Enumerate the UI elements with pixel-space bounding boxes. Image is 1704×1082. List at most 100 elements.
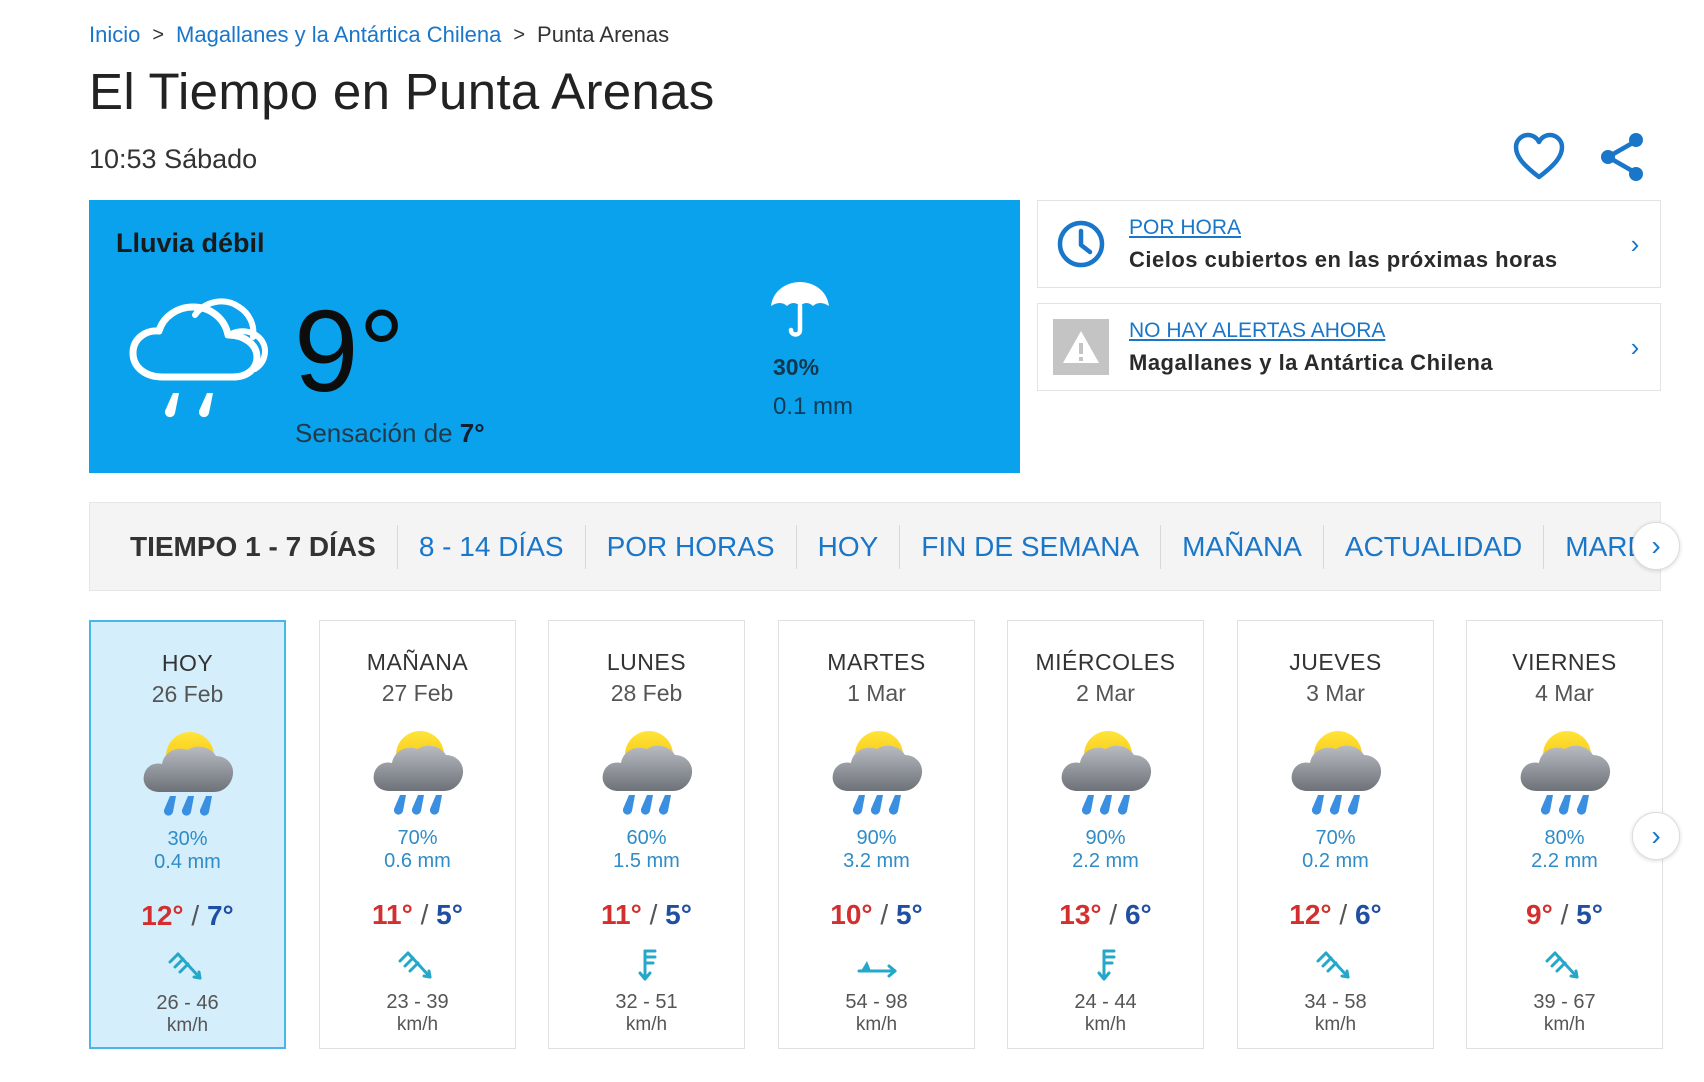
- hourly-forecast-summary: Cielos cubiertos en las próximas horas: [1129, 246, 1558, 272]
- day-precip-amount: 3.2 mm: [843, 850, 910, 872]
- tab-tomorrow[interactable]: MAÑANA: [1160, 524, 1323, 569]
- day-date: 4 Mar: [1535, 680, 1594, 706]
- day-date: 26 Feb: [151, 681, 224, 707]
- wind-w-icon: [857, 961, 896, 978]
- day-max-temp: 9°: [1526, 899, 1553, 930]
- day-wind-unit: km/h: [855, 1014, 898, 1035]
- day-min-temp: 6°: [1354, 899, 1382, 930]
- day-min-temp: 6°: [1124, 899, 1152, 930]
- day-min-temp: 5°: [1576, 899, 1603, 930]
- local-time: 10:53 Sábado: [89, 144, 258, 174]
- day-max-temp: 12°: [1289, 899, 1332, 930]
- breadcrumb-current: Punta Arenas: [537, 22, 670, 47]
- hourly-forecast-link[interactable]: POR HORA: [1129, 216, 1620, 240]
- alerts-region: Magallanes y la Antártica Chilena: [1129, 349, 1494, 375]
- alerts-card[interactable]: NO HAY ALERTAS AHORA Magallanes y la Ant…: [1037, 303, 1661, 391]
- breadcrumb: Inicio > Magallanes y la Antártica Chile…: [89, 22, 669, 48]
- day-precip-probability: 70%: [397, 827, 438, 849]
- day-temperatures: 9° / 5°: [1467, 899, 1662, 931]
- tabs-scroll-right-button[interactable]: ›: [1632, 522, 1680, 570]
- day-card-2[interactable]: LUNES 28 Feb 60% 1.5 mm 11° / 5° 32 - 51…: [548, 620, 745, 1049]
- temp-separator: /: [420, 899, 429, 930]
- day-date: 28 Feb: [610, 680, 683, 706]
- day-precip-probability: 90%: [1085, 827, 1126, 849]
- day-card-3[interactable]: MARTES 1 Mar 90% 3.2 mm 10° / 5° 54 - 98…: [778, 620, 975, 1049]
- sun-cloud-rain-icon: [373, 731, 463, 815]
- precipitation-probability: 30%: [773, 354, 820, 380]
- day-temperatures: 11° / 5°: [320, 899, 515, 931]
- favorite-button[interactable]: [1512, 132, 1566, 182]
- breadcrumb-home-link[interactable]: Inicio: [89, 22, 140, 48]
- day-name: MARTES: [827, 649, 926, 675]
- day-min-temp: 7°: [206, 900, 234, 931]
- day-card-5[interactable]: JUEVES 3 Mar 70% 0.2 mm 12° / 6° 34 - 58…: [1237, 620, 1434, 1049]
- day-date: 2 Mar: [1076, 680, 1135, 706]
- day-temperatures: 12° / 6°: [1238, 899, 1433, 931]
- sun-cloud-rain-icon: [832, 731, 922, 815]
- tab-8-14-days[interactable]: 8 - 14 DÍAS: [396, 524, 585, 569]
- alerts-link[interactable]: NO HAY ALERTAS AHORA: [1129, 319, 1620, 343]
- daily-forecast: HOY 26 Feb 30% 0.4 mm 12° / 7° 26 - 46 k…: [89, 620, 1663, 1050]
- chevron-right-icon: ›: [1630, 331, 1640, 362]
- day-min-temp: 5°: [895, 899, 923, 930]
- day-max-temp: 13°: [1059, 899, 1102, 930]
- feels-like: Sensación de 7°: [295, 418, 485, 449]
- temp-separator: /: [1109, 899, 1118, 930]
- umbrella-icon: [771, 282, 829, 337]
- day-date: 1 Mar: [847, 680, 906, 706]
- day-precip-probability: 90%: [856, 827, 897, 849]
- feels-like-value: 7°: [459, 418, 485, 448]
- day-name: LUNES: [606, 649, 687, 675]
- day-card-1[interactable]: MAÑANA 27 Feb 70% 0.6 mm 11° / 5° 23 - 3…: [319, 620, 516, 1049]
- day-name: JUEVES: [1289, 649, 1382, 675]
- temp-separator: /: [1560, 899, 1569, 930]
- day-max-temp: 11°: [372, 899, 413, 930]
- day-temperatures: 12° / 7°: [91, 900, 284, 932]
- tab-1-7-days[interactable]: TIEMPO 1 - 7 DÍAS: [90, 525, 397, 569]
- current-temperature: 9°: [294, 286, 405, 416]
- clock-icon: [1057, 220, 1105, 268]
- wind-n-icon: [1097, 949, 1115, 981]
- days-scroll-right-button[interactable]: ›: [1632, 812, 1680, 860]
- day-precip-amount: 2.2 mm: [1072, 850, 1139, 872]
- chevron-right-icon: ›: [1651, 820, 1661, 851]
- tab-today[interactable]: HOY: [795, 524, 900, 569]
- wind-n-icon: [638, 949, 656, 981]
- day-wind-unit: km/h: [1543, 1014, 1586, 1035]
- temp-separator: /: [1339, 899, 1348, 930]
- wind-nw-icon: [1316, 951, 1349, 979]
- day-min-temp: 5°: [665, 899, 692, 930]
- current-weather-card: Lluvia débil 9° Sensación de 7° 30% 0.1 …: [89, 200, 1020, 473]
- day-name: MAÑANA: [366, 649, 469, 675]
- day-precip-probability: 30%: [167, 828, 208, 850]
- tab-weekend[interactable]: FIN DE SEMANA: [899, 524, 1160, 569]
- sun-cloud-rain-icon: [143, 732, 233, 816]
- feels-like-label: Sensación de: [295, 418, 460, 448]
- share-icon: [1601, 133, 1643, 181]
- day-card-4[interactable]: MIÉRCOLES 2 Mar 90% 2.2 mm 13° / 6° 24 -…: [1007, 620, 1204, 1049]
- tab-news[interactable]: ACTUALIDAD: [1322, 524, 1543, 569]
- tab-hourly[interactable]: POR HORAS: [584, 524, 796, 569]
- day-wind-unit: km/h: [1084, 1014, 1127, 1035]
- wind-nw-icon: [1545, 951, 1578, 979]
- day-wind-unit: km/h: [625, 1014, 668, 1035]
- day-max-temp: 10°: [830, 899, 873, 930]
- chevron-right-icon: ›: [1651, 530, 1661, 561]
- share-button[interactable]: [1596, 130, 1650, 184]
- day-precip-amount: 2.2 mm: [1531, 850, 1598, 872]
- day-precip-probability: 70%: [1315, 827, 1356, 849]
- day-temperatures: 11° / 5°: [549, 899, 744, 931]
- hourly-forecast-card[interactable]: POR HORA Cielos cubiertos en las próxima…: [1037, 200, 1661, 288]
- sun-cloud-rain-icon: [1291, 731, 1381, 815]
- day-max-temp: 12°: [141, 900, 184, 931]
- day-card-0[interactable]: HOY 26 Feb 30% 0.4 mm 12° / 7° 26 - 46 k…: [89, 620, 286, 1049]
- breadcrumb-region-link[interactable]: Magallanes y la Antártica Chilena: [176, 22, 501, 48]
- wind-nw-icon: [398, 951, 431, 979]
- wind-nw-icon: [168, 952, 201, 980]
- current-condition: Lluvia débil: [116, 228, 265, 258]
- day-precip-probability: 60%: [626, 827, 667, 849]
- day-wind-speed: 54 - 98: [845, 991, 908, 1013]
- day-date: 27 Feb: [381, 680, 454, 706]
- sun-cloud-rain-icon: [1061, 731, 1151, 815]
- day-temperatures: 10° / 5°: [779, 899, 974, 931]
